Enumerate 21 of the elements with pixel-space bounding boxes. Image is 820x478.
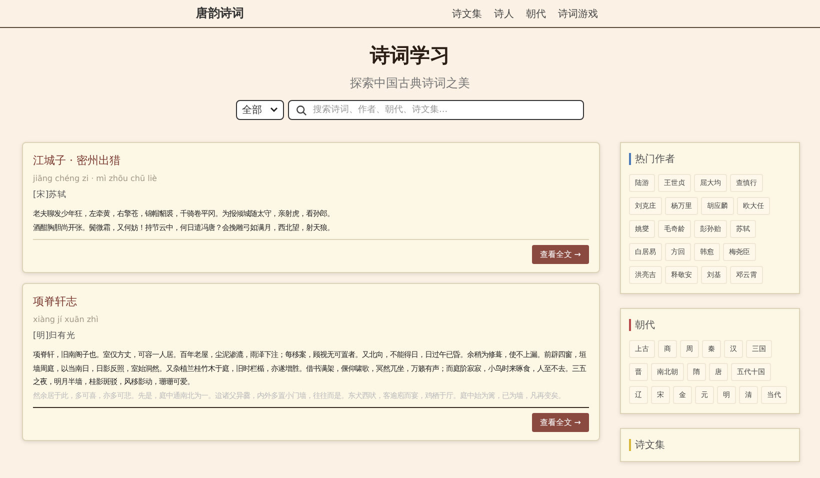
caret-icon xyxy=(270,107,278,113)
poem-author: [宋]苏轼 xyxy=(33,189,68,201)
scope-dropdown[interactable]: 全部 xyxy=(236,100,284,120)
site-logo[interactable]: 唐韵诗词 xyxy=(196,5,244,22)
poem-pinyin: jiāng chéng zi · mì zhōu chū liè xyxy=(33,174,158,183)
page-subtitle: 探索中国古典诗词之美 xyxy=(350,75,470,92)
nav-link[interactable]: 诗词游戏 xyxy=(558,6,598,20)
poem-author: [明]归有光 xyxy=(33,330,77,342)
view-full-text-button[interactable]: 查看全文 → xyxy=(532,245,589,264)
poem-title[interactable]: 项脊轩志 xyxy=(33,294,589,309)
panel-title: 诗文集 xyxy=(635,438,665,452)
search-icon xyxy=(296,104,307,116)
nav-link[interactable]: 诗文集 xyxy=(452,6,482,20)
page-title: 诗词学习 xyxy=(370,42,450,69)
poem-pinyin: xiàng jí xuān zhì xyxy=(33,315,100,324)
panel-title: 朝代 xyxy=(635,318,655,332)
panel-title: 热门作者 xyxy=(635,152,675,166)
view-full-text-button[interactable]: 查看全文 → xyxy=(532,413,589,432)
poem-title[interactable]: 江城子 · 密州出猎 xyxy=(33,153,589,168)
nav-link[interactable]: 朝代 xyxy=(526,6,546,20)
nav-link[interactable]: 诗人 xyxy=(494,6,514,20)
